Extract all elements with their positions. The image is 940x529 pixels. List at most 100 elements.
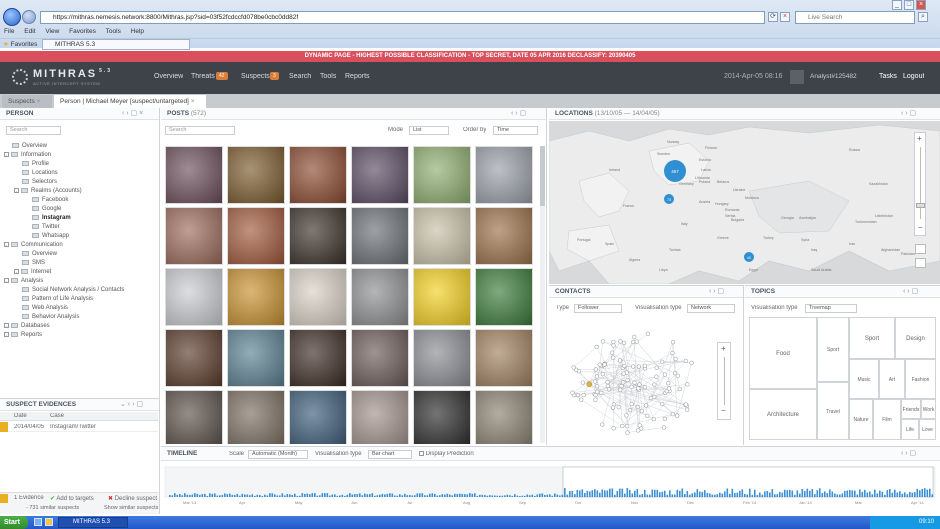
map-zoom-slider[interactable]: + −	[914, 132, 926, 236]
scroll-thumb[interactable]	[540, 146, 545, 206]
panel-controls-icon[interactable]: ‹ › ▢	[903, 286, 918, 298]
network-node[interactable]	[625, 377, 630, 383]
network-node[interactable]	[617, 358, 623, 363]
post-thumbnail[interactable]	[413, 207, 471, 265]
network-node[interactable]	[683, 358, 688, 363]
decline-suspect-button[interactable]: ✖ Decline suspect	[108, 495, 157, 502]
add-to-targets-button[interactable]: ✔ Add to targets	[50, 495, 94, 502]
tree-item[interactable]: Instagram	[4, 214, 156, 223]
map-layers-icon[interactable]	[915, 244, 926, 254]
network-node[interactable]	[618, 387, 623, 393]
tree-item[interactable]: Twitter	[4, 223, 156, 232]
treemap-cell[interactable]: Nature	[849, 399, 873, 440]
post-thumbnail[interactable]	[413, 146, 471, 204]
network-node[interactable]	[673, 356, 678, 362]
network-node[interactable]	[670, 340, 676, 345]
tree-item[interactable]: - Internet	[4, 268, 156, 277]
nav-reports[interactable]: Reports	[345, 73, 370, 80]
contacts-vis-select[interactable]: Network	[687, 304, 735, 313]
network-node[interactable]	[670, 350, 675, 356]
post-thumbnail[interactable]	[475, 207, 533, 265]
treemap-cell[interactable]: Sport	[817, 317, 849, 382]
maximize-icon[interactable]: □	[904, 0, 914, 10]
post-thumbnail[interactable]	[227, 207, 285, 265]
network-node[interactable]	[677, 386, 682, 392]
stop-icon[interactable]: ×	[780, 12, 790, 22]
network-node[interactable]	[660, 401, 665, 407]
post-thumbnail[interactable]	[165, 268, 223, 326]
network-node[interactable]	[594, 374, 600, 379]
tree-item[interactable]: Facebook	[4, 196, 156, 205]
expand-toggle-icon[interactable]: -	[4, 151, 9, 157]
map-fullscreen-icon[interactable]	[915, 258, 926, 268]
zoom-out-icon[interactable]: −	[721, 406, 726, 415]
treemap-cell[interactable]: Fashion	[905, 359, 936, 399]
network-node[interactable]	[624, 413, 629, 418]
menu-view[interactable]: View	[45, 28, 59, 35]
network-node[interactable]	[660, 359, 665, 364]
treemap-cell[interactable]: Architecture	[749, 389, 817, 440]
treemap-cell[interactable]: Food	[749, 317, 817, 389]
post-thumbnail[interactable]	[289, 146, 347, 204]
network-node[interactable]	[605, 383, 611, 389]
treemap-cell[interactable]: Love	[919, 419, 936, 440]
browser-tab[interactable]: MITHRAS 5.3	[42, 39, 190, 50]
network-node[interactable]	[594, 344, 599, 350]
post-thumbnail[interactable]	[351, 390, 409, 444]
network-node[interactable]	[599, 390, 604, 395]
treemap-cell[interactable]: Music	[849, 359, 879, 399]
network-node[interactable]	[645, 331, 651, 336]
network-node[interactable]	[670, 412, 676, 417]
network-node[interactable]	[600, 339, 606, 344]
tree-item[interactable]: Overview	[4, 142, 156, 151]
network-node[interactable]	[621, 380, 626, 385]
network-node[interactable]	[689, 360, 694, 366]
refresh-icon[interactable]: ⟳	[768, 12, 778, 22]
network-node[interactable]	[600, 422, 605, 427]
display-prediction-checkbox[interactable]: Display Prediction	[419, 451, 474, 457]
network-node[interactable]	[666, 386, 672, 391]
network-node[interactable]	[602, 362, 607, 367]
network-node[interactable]	[593, 367, 598, 372]
network-node[interactable]	[611, 339, 616, 345]
network-node[interactable]	[610, 405, 616, 410]
network-node[interactable]	[609, 350, 615, 355]
network-node[interactable]	[621, 371, 626, 376]
tree-item[interactable]: Overview	[4, 250, 156, 259]
network-node[interactable]	[618, 339, 623, 344]
treemap-cell[interactable]: Art	[879, 359, 905, 399]
network-node[interactable]	[580, 380, 585, 385]
tree-item[interactable]: - Communication	[4, 241, 156, 250]
table-row[interactable]: 2014/04/05 Instagram/Twitter	[0, 422, 158, 432]
post-thumbnail[interactable]	[165, 146, 223, 204]
menu-edit[interactable]: Edit	[24, 28, 35, 35]
contacts-type-select[interactable]: Follower	[574, 304, 622, 313]
search-icon[interactable]: ⌕	[918, 12, 928, 22]
treemap-cell[interactable]: Life	[901, 419, 919, 440]
network-node[interactable]	[651, 417, 656, 422]
network-node[interactable]	[625, 430, 630, 435]
network-node[interactable]	[592, 379, 598, 384]
network-node[interactable]	[642, 363, 648, 368]
tasks-button[interactable]: Tasks	[879, 73, 897, 80]
quicklaunch-icon[interactable]	[45, 518, 53, 526]
close-icon[interactable]: ×	[37, 98, 41, 105]
post-thumbnail[interactable]	[289, 329, 347, 387]
post-thumbnail[interactable]	[351, 146, 409, 204]
show-similar-button[interactable]: Show similar suspects	[104, 505, 158, 511]
posts-search-input[interactable]: Search	[165, 126, 235, 135]
timeline-vis-select[interactable]: Bar chart	[368, 450, 412, 459]
order-select[interactable]: Time	[493, 126, 538, 135]
network-node[interactable]	[685, 407, 690, 412]
panel-controls-icon[interactable]: ‹ › ▢	[511, 108, 526, 120]
treemap-cell[interactable]: Travel	[817, 382, 849, 440]
network-node[interactable]	[636, 386, 641, 391]
network-node[interactable]	[600, 372, 606, 377]
menu-file[interactable]: File	[4, 28, 14, 35]
tree-item[interactable]: Google	[4, 205, 156, 214]
tab-suspects[interactable]: Suspects ×	[2, 95, 52, 108]
timeline-chart[interactable]: Mar '13 Apr May Jun Jul Aug Sep Oct Nov Dec Feb '1…	[161, 463, 940, 513]
post-thumbnail[interactable]	[289, 390, 347, 444]
zoom-in-icon[interactable]: +	[721, 344, 726, 353]
person-search-input[interactable]: Search	[6, 126, 61, 135]
